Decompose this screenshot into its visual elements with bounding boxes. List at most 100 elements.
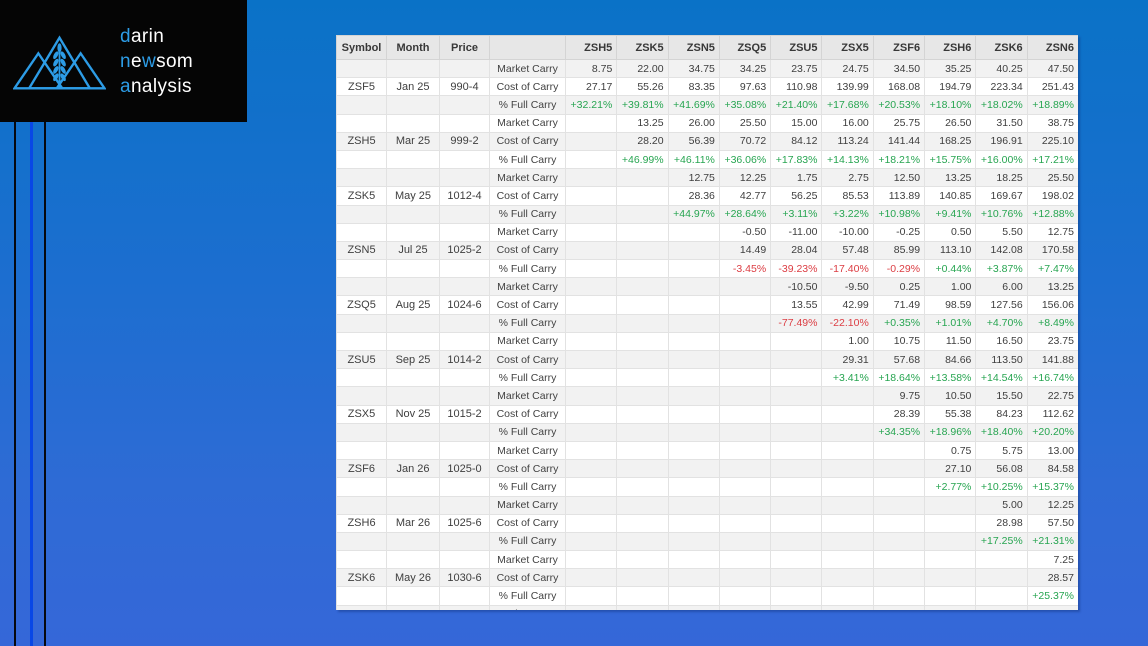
cell-month bbox=[386, 259, 440, 279]
table-row: ZSF5 Jan 25 990-4 Cost of Carry 27.17 55.26 83… bbox=[336, 77, 1078, 97]
cell-month bbox=[386, 477, 440, 497]
logo-line-1: darin bbox=[120, 25, 165, 47]
cell-value bbox=[667, 404, 720, 424]
cell-value bbox=[616, 240, 669, 261]
cell-value bbox=[667, 459, 720, 479]
cell-value bbox=[924, 550, 977, 570]
cell-value bbox=[667, 313, 720, 333]
table-row: Market Carry -10.50 -9.50 0.25 1.00 6.00 13.25 bbox=[336, 277, 1078, 297]
cell-value bbox=[821, 477, 874, 497]
cell-value: 1.00 bbox=[924, 277, 977, 297]
cell-value: 35.25 bbox=[924, 58, 977, 79]
column-header-symbol: Symbol bbox=[336, 35, 387, 60]
cell-value: +3.41% bbox=[821, 368, 874, 388]
cell-value: +13.58% bbox=[924, 368, 977, 388]
cell-row-label: Cost of Carry bbox=[489, 240, 566, 261]
cell-value: 12.75 bbox=[667, 168, 720, 188]
cell-value: 25.50 bbox=[1026, 168, 1078, 188]
carry-table-panel: Symbol Month Price ZSH5 ZSK5 ZSN5 ZSQ5 ZSU5 ZSX5… bbox=[336, 35, 1078, 610]
cell-month: Nov 25 bbox=[386, 404, 440, 424]
column-header-month: Month bbox=[386, 35, 440, 60]
cell-value bbox=[616, 568, 669, 588]
cell-symbol bbox=[336, 422, 387, 442]
cell-value bbox=[667, 568, 720, 588]
cell-value bbox=[821, 495, 874, 515]
cell-value bbox=[667, 277, 720, 297]
cell-value: 26.50 bbox=[924, 113, 977, 133]
cell-value bbox=[872, 531, 926, 552]
table-row: Market Carry 8.75 22.00 34.75 34.25 23.75 24.7… bbox=[336, 58, 1078, 79]
cell-value bbox=[821, 604, 874, 610]
cell-value: +3.22% bbox=[821, 204, 874, 224]
cell-value: 34.50 bbox=[872, 58, 926, 79]
cell-value bbox=[821, 550, 874, 570]
cell-value: 56.08 bbox=[975, 459, 1028, 479]
cell-value: +25.37% bbox=[1026, 586, 1078, 606]
cell-value: +20.20% bbox=[1026, 422, 1078, 442]
cell-symbol bbox=[336, 586, 387, 606]
cell-value: 142.08 bbox=[975, 240, 1028, 261]
table-row: Market Carry -0.50 -11.00 -10.00 -0.25 0.50 5.… bbox=[336, 222, 1078, 242]
cell-value bbox=[564, 240, 618, 261]
cell-value bbox=[564, 386, 618, 406]
cell-value bbox=[821, 404, 874, 424]
cell-row-label: % Full Carry bbox=[489, 531, 566, 552]
cell-value bbox=[564, 168, 618, 188]
cell-symbol bbox=[336, 440, 387, 461]
cell-value bbox=[616, 295, 669, 315]
cell-value bbox=[667, 477, 720, 497]
cell-value bbox=[872, 459, 926, 479]
cell-value: +15.37% bbox=[1026, 477, 1078, 497]
cell-value: 40.25 bbox=[975, 58, 1028, 79]
cell-value: 10.50 bbox=[924, 386, 977, 406]
cell-value: 13.00 bbox=[1026, 440, 1078, 461]
table-row: Market Carry 7.25 bbox=[336, 550, 1078, 570]
cell-value: 85.99 bbox=[872, 240, 926, 261]
cell-value bbox=[564, 222, 618, 242]
cell-value: 5.00 bbox=[975, 495, 1028, 515]
cell-value bbox=[667, 386, 720, 406]
cell-value bbox=[667, 259, 720, 279]
logo-wordmark: darin newsom analysis bbox=[120, 24, 193, 99]
cell-value: 85.53 bbox=[821, 186, 874, 206]
cell-value bbox=[616, 531, 669, 552]
cell-value: 2.75 bbox=[821, 168, 874, 188]
cell-value bbox=[667, 604, 720, 610]
cell-value: +8.49% bbox=[1026, 313, 1078, 333]
cell-value bbox=[718, 604, 772, 610]
table-row: Market Carry 5.00 12.25 bbox=[336, 495, 1078, 515]
cell-symbol bbox=[336, 259, 387, 279]
cell-value: 55.26 bbox=[616, 77, 669, 97]
cell-value: 113.89 bbox=[872, 186, 926, 206]
cell-value bbox=[616, 604, 669, 610]
cell-value: 28.98 bbox=[975, 513, 1028, 533]
cell-value: 113.50 bbox=[975, 349, 1028, 370]
table-row: ZSK5 May 25 1012-4 Cost of Carry 28.36 42.77 5… bbox=[336, 186, 1078, 206]
table-row: % Full Carry +44.97% +28.64% +3.11% +3.22% +1… bbox=[336, 204, 1078, 224]
cell-value bbox=[616, 168, 669, 188]
cell-value bbox=[564, 313, 618, 333]
cell-value bbox=[924, 531, 977, 552]
cell-row-label: Market Carry bbox=[489, 168, 566, 188]
cell-value bbox=[616, 550, 669, 570]
column-header-contract: ZSQ5 bbox=[718, 35, 772, 60]
cell-value bbox=[975, 604, 1028, 610]
cell-value bbox=[821, 531, 874, 552]
cell-value: 9.75 bbox=[872, 386, 926, 406]
cell-value: 10.75 bbox=[872, 331, 926, 352]
cell-value bbox=[564, 495, 618, 515]
cell-value: 156.06 bbox=[1026, 295, 1078, 315]
cell-price bbox=[439, 149, 490, 170]
cell-value: 127.56 bbox=[975, 295, 1028, 315]
cell-month bbox=[386, 495, 440, 515]
cell-value: +12.88% bbox=[1026, 204, 1078, 224]
cell-value: +3.87% bbox=[975, 259, 1028, 279]
cell-value: +10.76% bbox=[975, 204, 1028, 224]
cell-value bbox=[616, 513, 669, 533]
cell-value: -0.50 bbox=[718, 222, 772, 242]
cell-value bbox=[564, 422, 618, 442]
cell-value: 27.10 bbox=[924, 459, 977, 479]
cell-value bbox=[924, 495, 977, 515]
cell-value bbox=[667, 222, 720, 242]
stripe-black-left bbox=[14, 122, 16, 646]
